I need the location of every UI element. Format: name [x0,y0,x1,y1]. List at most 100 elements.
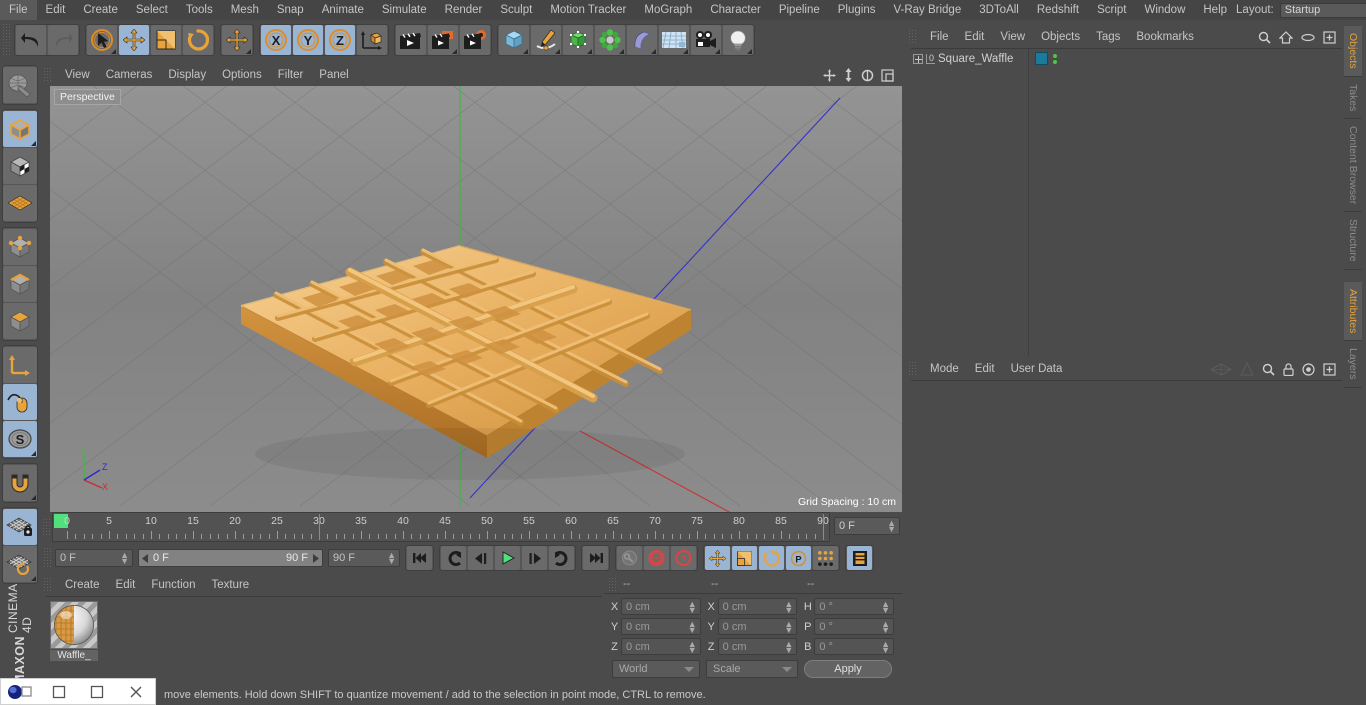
menu-plugins[interactable]: Plugins [829,0,885,20]
rotation-field-1[interactable]: 0 ° ▲ ▼ [814,618,895,635]
material-menu-texture[interactable]: Texture [203,579,257,591]
viewport-menu-options[interactable]: Options [214,69,270,81]
object-axis-button[interactable] [3,347,37,383]
workplane-align-button[interactable] [3,546,37,582]
live-selection-button[interactable] [87,25,117,55]
polygon-mode-button[interactable] [3,303,37,339]
dock-tab-takes[interactable]: Takes [1344,76,1362,120]
timeline-frame-field[interactable]: 0 F ▲ ▼ [834,517,900,535]
object-menu-objects[interactable]: Objects [1033,31,1088,43]
add-environment-button[interactable] [659,25,689,55]
stepper-icon[interactable]: ▲ ▼ [688,600,697,615]
object-menu-view[interactable]: View [992,31,1033,43]
stepper-icon[interactable]: ▲ ▼ [688,620,697,635]
viewport-menu-display[interactable]: Display [160,69,214,81]
animation-toolbar-grip[interactable] [43,547,52,569]
viewport-grip[interactable] [43,67,53,83]
key-position-button[interactable] [705,546,730,570]
add-nurbs-button[interactable] [563,25,593,55]
size-field-0[interactable]: 0 cm ▲ ▼ [717,598,798,615]
search-icon[interactable] [1258,31,1271,44]
menu-select[interactable]: Select [127,0,177,20]
step-forward-button[interactable] [522,546,547,570]
make-editable-button[interactable] [3,67,37,103]
texture-mode-button[interactable] [3,148,37,184]
stepper-icon[interactable]: ▲ ▼ [881,620,890,635]
menu-edit[interactable]: Edit [37,0,75,20]
soft-selection-button[interactable]: S [3,421,37,457]
menu-script[interactable]: Script [1088,0,1135,20]
stepper-icon[interactable]: ▲ ▼ [688,640,697,655]
move-tool-button[interactable] [119,25,149,55]
coord-system-dropdown[interactable]: World [612,660,700,678]
timeline-button[interactable] [847,546,872,570]
stepper-icon[interactable]: ▲ ▼ [387,551,396,566]
object-menu-bookmarks[interactable]: Bookmarks [1128,31,1202,43]
stepper-icon[interactable]: ▲ ▼ [120,551,129,566]
add-cube-button[interactable] [499,25,529,55]
menu-window[interactable]: Window [1135,0,1194,20]
size-field-1[interactable]: 0 cm ▲ ▼ [717,618,798,635]
layout-dropdown[interactable]: Startup [1279,2,1366,18]
snap-magnet-button[interactable] [3,465,37,501]
expand-icon[interactable] [913,54,923,64]
viewport-menu-view[interactable]: View [57,69,98,81]
visibility-dots-icon[interactable] [1053,53,1057,64]
material-manager-grip[interactable] [43,577,53,593]
menu-v-ray-bridge[interactable]: V-Ray Bridge [884,0,970,20]
object-menu-file[interactable]: File [922,31,957,43]
menu-create[interactable]: Create [74,0,127,20]
stepper-icon[interactable]: ▲ ▼ [784,640,793,655]
add-camera-button[interactable] [691,25,721,55]
attribute-manager-grip[interactable] [908,361,918,377]
rotation-field-2[interactable]: 0 ° ▲ ▼ [814,638,895,655]
key-parameter-button[interactable]: P [786,546,811,570]
menu-mesh[interactable]: Mesh [222,0,268,20]
material-item[interactable]: Waffle_ [50,601,98,661]
render-view-button[interactable] [396,25,426,55]
key-pla-button[interactable] [813,546,838,570]
workplane-mode-button[interactable] [3,185,37,221]
dock-tab-attributes[interactable]: Attributes [1344,281,1362,342]
move-duplicate-button[interactable] [222,25,252,55]
add-deformer-button[interactable] [627,25,657,55]
rotation-field-0[interactable]: 0 ° ▲ ▼ [814,598,895,615]
object-manager-body[interactable]: 0 Square_Waffle [911,48,1342,356]
lock-y-button[interactable]: Y [293,25,323,55]
home-icon[interactable] [1279,30,1293,44]
render-region-button[interactable] [428,25,458,55]
ellipse-icon[interactable] [1301,33,1315,42]
current-frame-field[interactable]: 0 F ▲ ▼ [55,549,133,567]
maximize-icon[interactable] [78,679,117,704]
add-layer-icon[interactable] [1323,30,1336,44]
viewport-solo-button[interactable] [3,384,37,420]
size-field-2[interactable]: 0 cm ▲ ▼ [717,638,798,655]
object-row[interactable]: 0 Square_Waffle [911,49,1342,69]
object-menu-tags[interactable]: Tags [1088,31,1128,43]
menu-pipeline[interactable]: Pipeline [770,0,829,20]
keyframe-selection-button[interactable]: ? [671,546,696,570]
toolbar-grip[interactable] [2,23,11,57]
menu-render[interactable]: Render [436,0,492,20]
menu-sculpt[interactable]: Sculpt [491,0,541,20]
object-manager-grip[interactable] [908,29,918,45]
zoom-icon[interactable] [843,68,854,82]
search-icon[interactable] [1262,363,1275,376]
minimize-icon[interactable] [40,679,79,704]
viewport-menu-panel[interactable]: Panel [311,69,356,81]
lock-icon[interactable] [1283,362,1294,376]
go-to-start-button[interactable] [407,546,432,570]
edge-mode-button[interactable] [3,266,37,302]
render-settings-button[interactable] [460,25,490,55]
lock-z-button[interactable]: Z [325,25,355,55]
menu-3dtoall[interactable]: 3DToAll [970,0,1028,20]
material-tag-icon[interactable] [1035,52,1048,65]
range-right-handle-icon[interactable] [311,553,320,563]
menu-animate[interactable]: Animate [313,0,373,20]
object-menu-edit[interactable]: Edit [957,31,993,43]
menu-file[interactable]: File [0,0,37,20]
position-field-2[interactable]: 0 cm ▲ ▼ [621,638,701,655]
step-back-button[interactable] [468,546,493,570]
point-mode-button[interactable] [3,229,37,265]
transform-mode-dropdown[interactable]: Scale [706,660,798,678]
